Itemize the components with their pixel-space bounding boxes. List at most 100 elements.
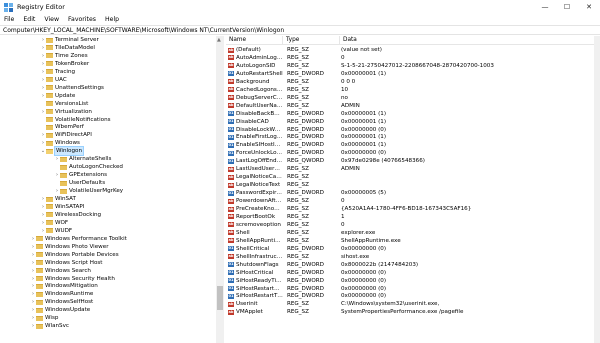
value-row[interactable]: 01 EnableFirstLogo... REG_DWORD 0x00000001 … xyxy=(226,133,600,141)
value-row[interactable]: ab VMApplet REG_SZ SystemPropertiesPerforma… xyxy=(226,308,600,316)
folder-icon xyxy=(36,291,43,297)
close-button[interactable]: ✕ xyxy=(578,0,600,14)
value-row[interactable]: ab scremoveoption REG_SZ 0 xyxy=(226,221,600,229)
value-row[interactable]: 01 SiHostCritical REG_DWORD 0x00000000 (0) xyxy=(226,269,600,277)
value-row[interactable]: 01 PasswordExpiry... REG_DWORD 0x00000005 (… xyxy=(226,189,600,197)
value-row[interactable]: ab DebugServerCo... REG_SZ no xyxy=(226,94,600,102)
scroll-up-arrow-icon[interactable]: ▲ xyxy=(217,37,221,43)
tree-item[interactable]: › WindowsMitigation xyxy=(30,282,98,290)
tree-item[interactable]: ⌄ Winlogon xyxy=(40,146,85,157)
value-row[interactable]: ab LastUsedUserna... REG_SZ ADMIN xyxy=(226,165,600,173)
tree-item[interactable]: › WindowsUpdate xyxy=(30,306,90,314)
value-row[interactable]: 01 DisableLockWor... REG_DWORD 0x00000000 (… xyxy=(226,126,600,134)
tree-item[interactable]: › TileDataModel xyxy=(40,44,95,52)
value-row[interactable]: ab Background REG_SZ 0 0 0 xyxy=(226,78,600,86)
tree-item[interactable]: UserDefaults xyxy=(54,179,105,187)
tree-item[interactable]: › Windows Photo Viewer xyxy=(30,243,109,251)
values-list-pane[interactable]: Name Type Data ab (Default) REG_SZ (value n… xyxy=(226,36,600,343)
maximize-button[interactable]: ☐ xyxy=(556,0,578,14)
value-type: REG_DWORD xyxy=(287,142,324,149)
value-row[interactable]: 01 SiHostRestartCo... REG_DWORD 0x00000000 … xyxy=(226,285,600,293)
value-name-cell: ab PreCreateKnow... xyxy=(226,205,283,213)
tree-item-label: AlternateShells xyxy=(69,156,112,163)
tree-item[interactable]: › Wisp xyxy=(30,314,58,322)
tree-item[interactable]: › Windows xyxy=(40,139,80,147)
menu-view[interactable]: View xyxy=(44,16,59,23)
tree-scrollbar-thumb[interactable] xyxy=(217,286,223,310)
tree-item[interactable]: › TokenBroker xyxy=(40,60,89,68)
value-row[interactable]: 01 SiHostReadyTim... REG_DWORD 0x00000000 (… xyxy=(226,277,600,285)
value-row[interactable]: ab LegalNoticeCap... REG_SZ xyxy=(226,173,600,181)
menu-help[interactable]: Help xyxy=(105,16,119,23)
tree-item[interactable]: › Terminal Server xyxy=(40,36,99,44)
tree-item[interactable]: › GPExtensions xyxy=(54,171,107,179)
value-row[interactable]: ab (Default) REG_SZ (value not set) xyxy=(226,46,600,54)
value-row[interactable]: 01 ForceUnlockLog... REG_DWORD 0x00000000 (… xyxy=(226,149,600,157)
list-scrollbar[interactable] xyxy=(594,36,600,343)
column-header-name[interactable]: Name xyxy=(226,36,283,45)
tree-item[interactable]: › WiFiDirectAPI xyxy=(40,131,92,139)
menu-edit[interactable]: Edit xyxy=(23,16,35,23)
tree-item[interactable]: › AlternateShells xyxy=(54,155,111,163)
value-row[interactable]: 01 LastLogOffEndTi... REG_QWORD 0x97de0298e… xyxy=(226,157,600,165)
tree-item-label: WindowsMitigation xyxy=(45,283,98,290)
tree-item[interactable]: › Windows Security Health xyxy=(30,275,115,283)
value-row[interactable]: ab PowerdownAfte... REG_SZ 0 xyxy=(226,197,600,205)
value-row[interactable]: ab LegalNoticeText REG_SZ xyxy=(226,181,600,189)
value-row[interactable]: 01 SiHostRestartTi... REG_DWORD 0x00000000 … xyxy=(226,292,600,300)
tree-item[interactable]: › Windows Performance Toolkit xyxy=(30,235,127,243)
value-row[interactable]: ab ShellInfrastructure REG_SZ sihost.exe xyxy=(226,253,600,261)
tree-item[interactable]: AutoLogonChecked xyxy=(54,163,123,171)
tree-item[interactable]: › UnattendSettings xyxy=(40,84,104,92)
value-name-cell: ab VMApplet xyxy=(226,308,283,316)
minimize-button[interactable]: — xyxy=(534,0,556,14)
value-row[interactable]: ab DefaultUserName REG_SZ ADMIN xyxy=(226,102,600,110)
tree-scrollbar[interactable]: ▲ xyxy=(216,36,224,343)
value-row[interactable]: 01 DisableCAD REG_DWORD 0x00000001 (1) xyxy=(226,118,600,126)
tree-item[interactable]: › Windows Script Host xyxy=(30,259,103,267)
menu-file[interactable]: File xyxy=(4,16,14,23)
value-data: 0x00000000 (0) xyxy=(341,285,387,292)
value-row[interactable]: 01 AutoRestartShell REG_DWORD 0x00000001 (1… xyxy=(226,70,600,78)
tree-item[interactable]: › Windows Portable Devices xyxy=(30,251,119,259)
tree-item[interactable]: › WirelessDocking xyxy=(40,211,101,219)
tree-item[interactable]: › WinSATAPI xyxy=(40,203,84,211)
tree-item[interactable]: › WindowsSelfHost xyxy=(30,298,93,306)
value-row[interactable]: ab ReportBootOk REG_SZ 1 xyxy=(226,213,600,221)
value-row[interactable]: 01 DisableBackButt... REG_DWORD 0x00000001 … xyxy=(226,110,600,118)
tree-item[interactable]: › Virtualization xyxy=(40,108,92,116)
value-row[interactable]: ab Userinit REG_SZ C:\Windows\system32\user… xyxy=(226,300,600,308)
tree-item[interactable]: › Time Zones xyxy=(40,52,88,60)
tree-item[interactable]: › VolatileUserMgrKey xyxy=(54,187,123,195)
column-header-type[interactable]: Type xyxy=(283,36,340,45)
tree-item[interactable]: › WinSAT xyxy=(40,195,76,203)
tree-item[interactable]: › WOF xyxy=(40,219,68,227)
tree-item[interactable]: › WindowsRuntime xyxy=(30,290,93,298)
tree-item[interactable]: › WUDF xyxy=(40,227,72,235)
tree-item[interactable]: › Windows Search xyxy=(30,267,91,275)
tree-item[interactable]: WbemPerf xyxy=(40,123,84,131)
value-row[interactable]: ab AutoLogonSID REG_SZ S-1-5-21-2750427012-… xyxy=(226,62,600,70)
tree-item[interactable]: VolatileNotifications xyxy=(40,116,111,124)
value-row[interactable]: ab PreCreateKnow... REG_SZ {A520A1A4-1780-4… xyxy=(226,205,600,213)
value-row[interactable]: ab CachedLogonsC... REG_SZ 10 xyxy=(226,86,600,94)
value-row[interactable]: 01 EnableSIHostInt... REG_DWORD 0x00000001 … xyxy=(226,141,600,149)
tree-item[interactable]: VersionsList xyxy=(40,100,88,108)
key-tree-pane[interactable]: › Terminal Server › TileDataModel › Time Zone… xyxy=(0,36,224,343)
tree-item-label: TileDataModel xyxy=(55,44,95,51)
value-row[interactable]: ab ShellAppRuntime REG_SZ ShellAppRuntime.e… xyxy=(226,237,600,245)
value-row[interactable]: ab AutoAdminLogon REG_SZ 0 xyxy=(226,54,600,62)
address-bar[interactable]: Computer\HKEY_LOCAL_MACHINE\SOFTWARE\Mic… xyxy=(0,25,600,35)
tree-item[interactable]: › Update xyxy=(40,92,75,100)
tree-item[interactable]: › UAC xyxy=(40,76,67,84)
tree-item[interactable]: › Tracing xyxy=(40,68,75,76)
title-bar: Registry Editor — ☐ ✕ xyxy=(0,0,600,14)
value-row[interactable]: 01 ShellCritical REG_DWORD 0x00000000 (0) xyxy=(226,245,600,253)
tree-item-label: Windows Search xyxy=(45,267,91,274)
tree-item[interactable]: › WlanSvc xyxy=(30,322,69,330)
value-name: PreCreateKnow... xyxy=(236,206,283,212)
menu-favorites[interactable]: Favorites xyxy=(68,16,96,23)
value-row[interactable]: 01 ShutdownFlags REG_DWORD 0x8000022b (2147… xyxy=(226,261,600,269)
value-row[interactable]: ab Shell REG_SZ explorer.exe xyxy=(226,229,600,237)
column-header-data[interactable]: Data xyxy=(340,36,590,45)
